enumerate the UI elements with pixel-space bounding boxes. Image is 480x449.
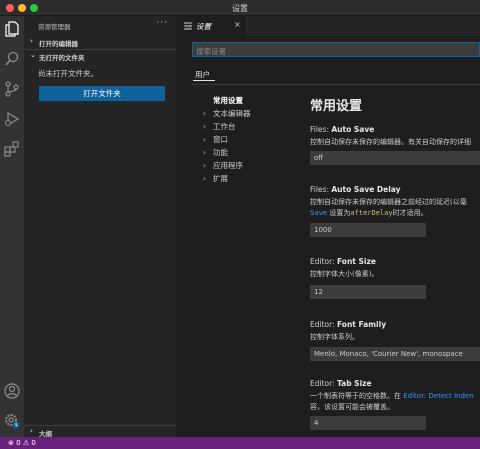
setting-description: 控制字体系列。 — [310, 333, 359, 341]
tab-user-settings[interactable]: 用户 — [195, 69, 210, 80]
run-debug-icon[interactable] — [3, 110, 21, 128]
font-size-input[interactable]: 12 — [310, 285, 426, 299]
chevron-right-icon: › — [203, 174, 206, 183]
toc-item-label: 文本编辑器 — [213, 109, 251, 118]
chevron-right-icon: › — [203, 148, 206, 157]
toc-item-features[interactable]: › 功能 — [203, 147, 228, 158]
setting-text: 一个制表符等于的空格数。在 — [310, 392, 404, 400]
tab-settings[interactable]: 设置 × — [176, 16, 246, 36]
auto-save-select[interactable]: off — [310, 151, 480, 165]
chevron-down-icon: ⌄ — [30, 51, 36, 59]
editor-tabs: 设置 × — [176, 16, 480, 36]
setting-category: Editor: — [310, 379, 337, 388]
setting-description: 一个制表符等于的空格数。在 Editor: Detect Inden — [310, 391, 474, 401]
no-folder-section-label: 无打开的文件夹 — [39, 54, 85, 62]
open-editors-label: 打开的编辑器 — [39, 40, 78, 48]
extensions-icon[interactable] — [3, 140, 21, 158]
setting-description-line2: Save 设置为afterDelay时才适用。 — [310, 208, 428, 218]
sidebar-title: 资源管理器 — [38, 23, 71, 31]
chevron-right-icon: › — [203, 122, 206, 131]
setting-category: Files: — [310, 125, 332, 134]
manage-gear-icon[interactable] — [3, 412, 21, 430]
setting-title-font-family: Editor: Font Family — [310, 320, 386, 329]
no-folder-section[interactable]: ⌄ 无打开的文件夹 — [24, 49, 176, 62]
setting-name: Auto Save — [331, 125, 375, 134]
setting-description: 控制自动保存未保存的编辑器。有关自动保存的详细 — [310, 138, 471, 146]
close-icon[interactable]: × — [234, 20, 241, 29]
setting-description: 控制字体大小(像素)。 — [310, 270, 379, 278]
toc-item-label: 窗口 — [213, 135, 228, 144]
search-icon[interactable] — [3, 50, 21, 68]
status-bar: ⊗ 0 ⚠ 0 — [0, 437, 480, 449]
setting-name: Font Size — [336, 257, 376, 266]
setting-text: 时才适用。 — [392, 209, 428, 217]
toc-item-label: 应用程序 — [213, 161, 243, 170]
problems-indicator[interactable]: ⊗ 0 ⚠ 0 — [8, 439, 36, 447]
toc-item-text-editor[interactable]: › 文本编辑器 — [203, 108, 251, 119]
setting-description-line2: 容，该设置可能会被覆盖。 — [310, 403, 394, 411]
toc-item-workbench[interactable]: › 工作台 — [203, 121, 236, 132]
tab-settings-label: 设置 — [196, 22, 211, 31]
chevron-right-icon: › — [30, 37, 33, 45]
toc-item-common[interactable]: 常用设置 — [203, 95, 243, 106]
setting-description: 控制自动保存未保存的编辑器之前经过的延迟(以毫 — [310, 198, 467, 206]
open-editors-section[interactable]: › 打开的编辑器 — [24, 36, 176, 48]
toc-item-label: 常用设置 — [213, 96, 243, 105]
setting-link[interactable]: Save — [310, 209, 327, 217]
chevron-right-icon: › — [203, 161, 206, 170]
setting-text: 设置为 — [327, 209, 351, 217]
title-bar: 设置 — [0, 0, 480, 16]
settings-file-icon — [184, 21, 192, 31]
warning-count: 0 — [31, 439, 36, 447]
setting-title-auto-save: Files: Auto Save — [310, 125, 374, 134]
setting-title-auto-save-delay: Files: Auto Save Delay — [310, 185, 401, 194]
chevron-right-icon: › — [203, 135, 206, 144]
more-actions-icon[interactable]: ··· — [156, 18, 168, 28]
setting-code: afterDelay — [350, 209, 393, 217]
error-icon: ⊗ — [8, 439, 14, 447]
tab-size-input[interactable]: 4 — [310, 416, 426, 430]
open-folder-button[interactable]: 打开文件夹 — [39, 86, 165, 101]
settings-search-input[interactable]: 搜索设置 — [192, 42, 480, 57]
toc-item-label: 扩展 — [213, 174, 228, 183]
chevron-right-icon: › — [203, 109, 206, 118]
header-divider — [192, 84, 480, 85]
active-tab-underline — [193, 80, 215, 81]
activity-bar — [0, 16, 24, 437]
auto-save-delay-input[interactable]: 1000 — [310, 223, 426, 237]
font-family-input[interactable]: Menlo, Monaco, 'Courier New', monospace — [310, 347, 480, 361]
setting-title-font-size: Editor: Font Size — [310, 257, 376, 266]
warning-icon: ⚠ — [22, 439, 30, 447]
setting-link[interactable]: Editor: Detect Inden — [403, 392, 473, 400]
setting-name: Font Family — [336, 320, 387, 329]
toc-item-application[interactable]: › 应用程序 — [203, 160, 243, 171]
setting-name: Tab Size — [336, 379, 372, 388]
setting-category: Files: — [310, 185, 332, 194]
error-count: 0 — [16, 439, 21, 447]
explorer-sidebar: 资源管理器 ··· › 打开的编辑器 ⌄ 无打开的文件夹 尚未打开文件夹。 打开… — [24, 16, 176, 438]
chevron-right-icon: › — [30, 427, 33, 435]
setting-category: Editor: — [310, 320, 337, 329]
toc-item-window[interactable]: › 窗口 — [203, 134, 228, 145]
explorer-icon[interactable] — [3, 20, 21, 38]
setting-title-tab-size: Editor: Tab Size — [310, 379, 372, 388]
toc-item-extensions[interactable]: › 扩展 — [203, 173, 228, 184]
setting-category: Editor: — [310, 257, 337, 266]
window-title: 设置 — [232, 4, 248, 13]
toc-item-label: 功能 — [213, 148, 228, 157]
no-folder-message: 尚未打开文件夹。 — [38, 69, 98, 78]
setting-name: Auto Save Delay — [331, 185, 401, 194]
source-control-icon[interactable] — [3, 80, 21, 98]
toc-item-label: 工作台 — [213, 122, 236, 131]
account-icon[interactable] — [3, 382, 21, 400]
settings-section-title: 常用设置 — [310, 99, 363, 114]
